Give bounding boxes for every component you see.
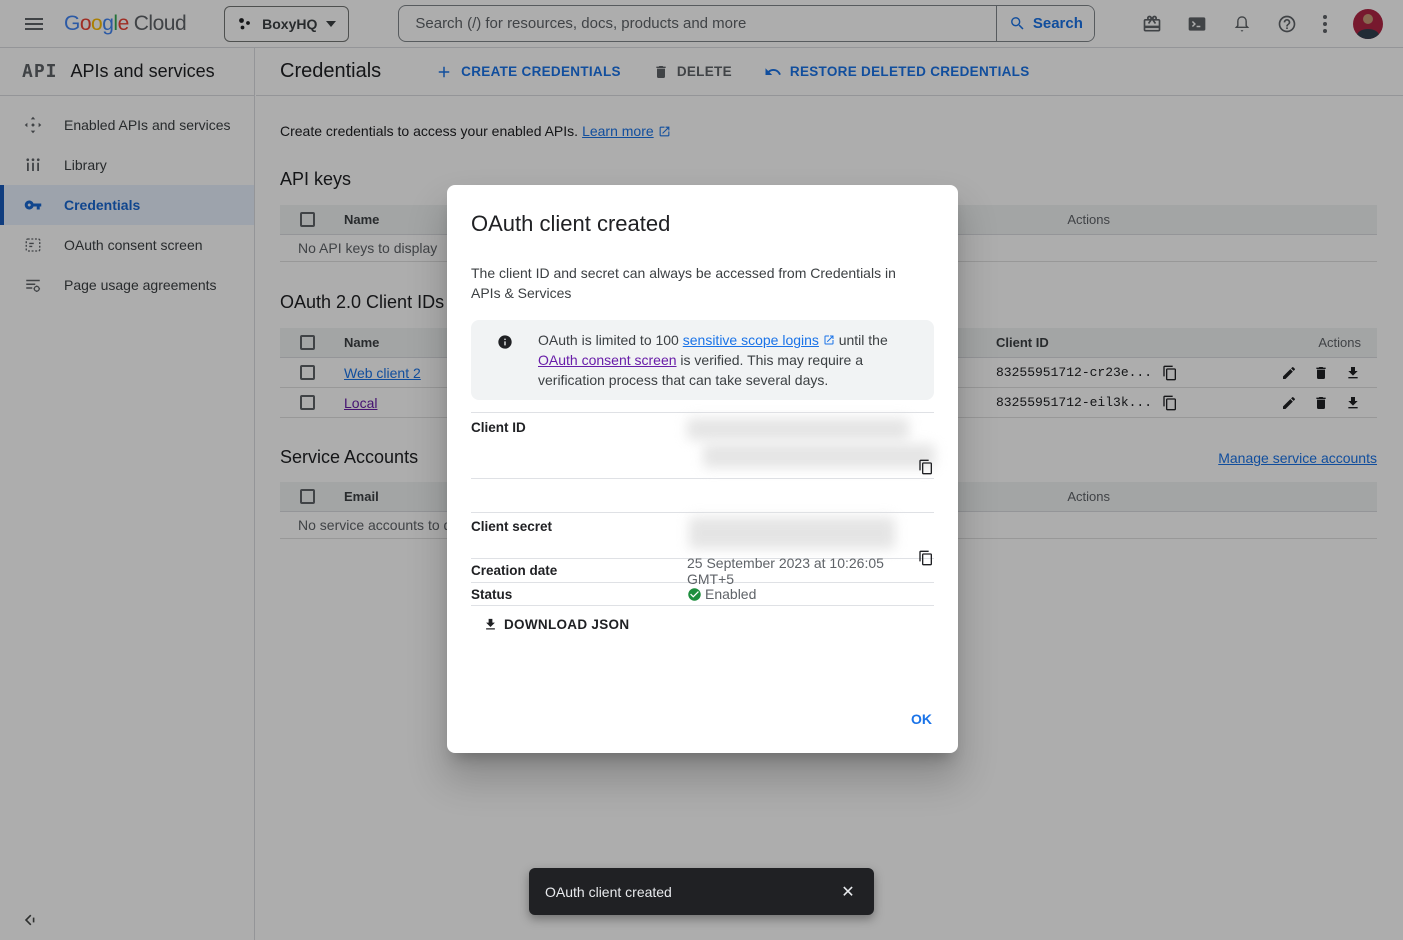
creation-date-label: Creation date — [471, 563, 687, 578]
download-json-label: DOWNLOAD JSON — [504, 617, 629, 632]
toast-message: OAuth client created — [545, 884, 672, 900]
dialog-description: The client ID and secret can always be a… — [471, 263, 916, 303]
status-label: Status — [471, 587, 687, 602]
client-secret-row: Client secret — [471, 512, 934, 558]
client-secret-label: Client secret — [471, 519, 687, 558]
dialog-title: OAuth client created — [471, 211, 934, 237]
check-circle-icon — [687, 587, 702, 602]
dialog-detail-table: Client ID Client secret Creation date 25… — [471, 412, 934, 606]
status-text: Enabled — [705, 586, 756, 602]
redacted-value-blur — [703, 444, 935, 468]
spacer-row — [471, 478, 934, 512]
oauth-client-created-dialog: OAuth client created The client ID and s… — [447, 185, 958, 753]
notice-box: OAuth is limited to 100 sensitive scope … — [471, 320, 934, 400]
notice-text: OAuth is limited to 100 sensitive scope … — [538, 330, 934, 390]
client-secret-value-redacted — [687, 519, 934, 558]
client-id-value-redacted — [687, 420, 934, 478]
notice-pre: OAuth is limited to 100 — [538, 332, 683, 348]
info-icon — [497, 334, 513, 350]
redacted-value-blur — [689, 517, 895, 549]
download-icon — [483, 617, 498, 632]
client-id-label: Client ID — [471, 420, 687, 478]
redacted-value-blur — [687, 418, 909, 440]
ok-button[interactable]: OK — [911, 711, 932, 727]
toast-snackbar: OAuth client created ✕ — [529, 868, 874, 915]
sensitive-scope-logins-link[interactable]: sensitive scope logins — [683, 332, 819, 348]
creation-date-row: Creation date 25 September 2023 at 10:26… — [471, 558, 934, 582]
creation-date-value: 25 September 2023 at 10:26:05 GMT+5 — [687, 555, 934, 587]
external-link-icon — [823, 334, 835, 346]
status-row: Status Enabled — [471, 582, 934, 606]
oauth-consent-screen-link[interactable]: OAuth consent screen — [538, 352, 677, 368]
client-id-row: Client ID — [471, 412, 934, 478]
notice-mid: until the — [835, 332, 888, 348]
download-json-button[interactable]: DOWNLOAD JSON — [483, 617, 629, 632]
status-value: Enabled — [687, 586, 934, 602]
close-icon[interactable]: ✕ — [830, 874, 866, 910]
copy-icon[interactable] — [918, 459, 934, 475]
